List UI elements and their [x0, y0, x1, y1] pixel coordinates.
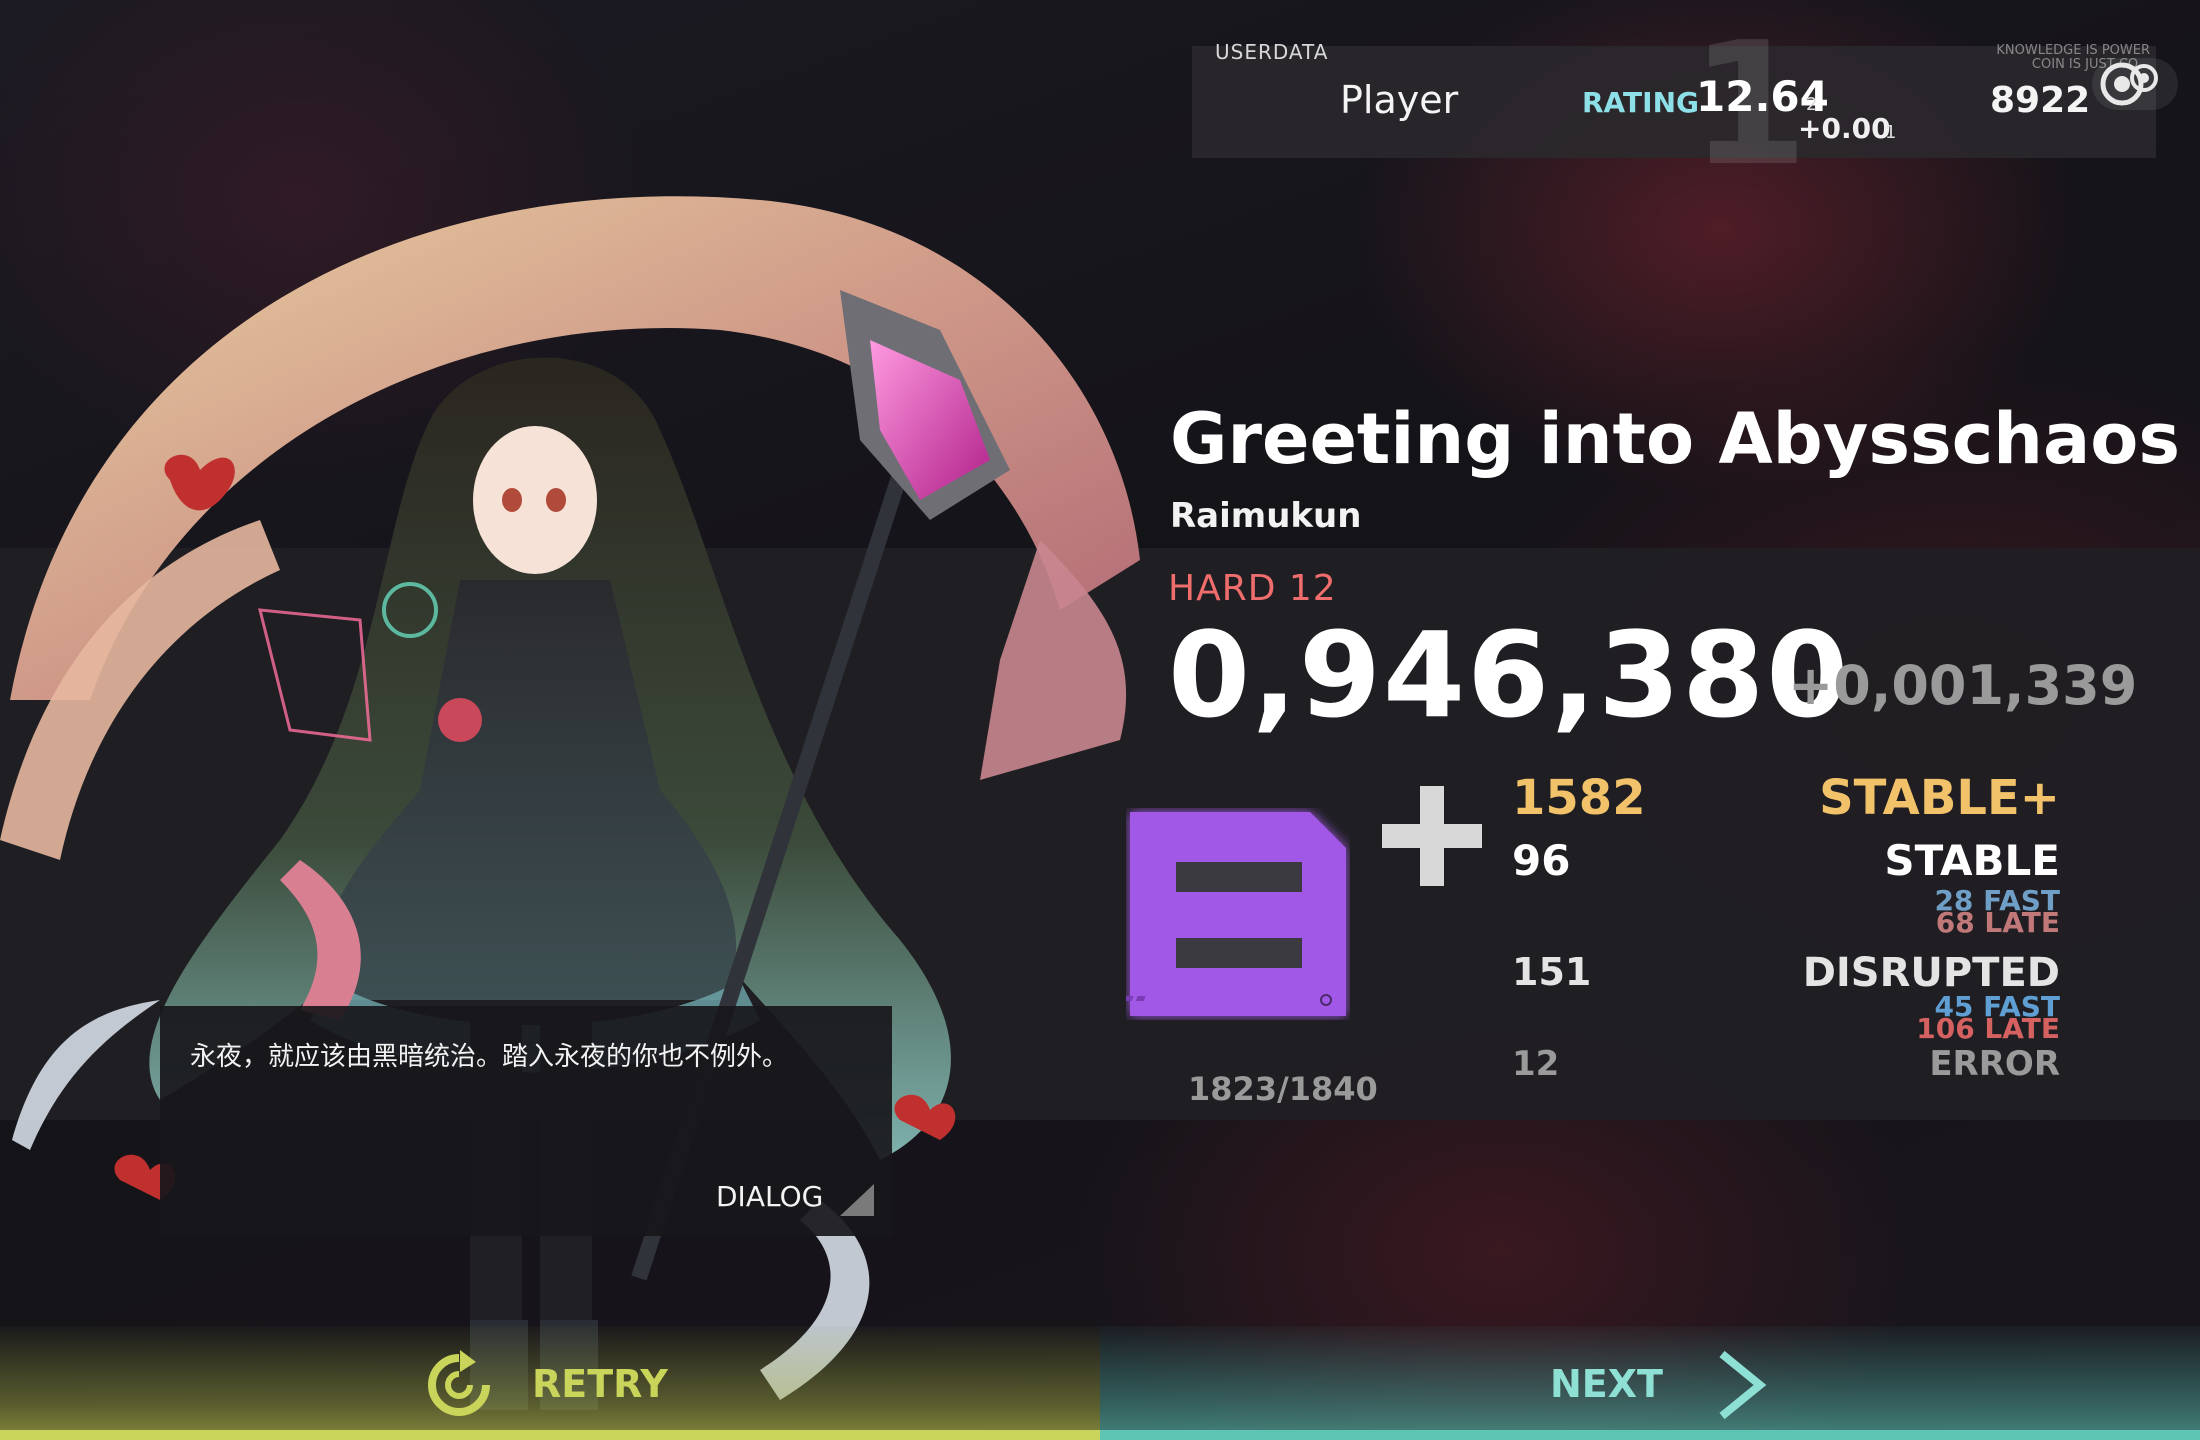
rating-delta-subdigit: 1: [1885, 122, 1897, 143]
score-value: 0,946,380: [1168, 606, 1851, 744]
result-screen: 1 USERDATA Player RATING 12.64 2 +0.00 1…: [0, 0, 2200, 1440]
userdata-label: USERDATA: [1215, 40, 1329, 64]
stable-plus-label: STABLE+: [1819, 770, 2060, 826]
retry-label: RETRY: [532, 1362, 668, 1406]
stable-plus-count: 1582: [1512, 770, 1646, 826]
coin-icon: [2100, 62, 2158, 106]
song-artist: Raimukun: [1170, 496, 1362, 536]
coin-button[interactable]: [2092, 58, 2178, 110]
dialog-corner-icon: [840, 1184, 874, 1216]
note-count: 1823/1840: [1188, 1070, 1378, 1108]
rating-delta: +0.00: [1798, 112, 1891, 145]
score-delta: +0,001,339: [1788, 654, 2138, 717]
coin-tip-line1: KNOWLEDGE IS POWER: [1996, 43, 2150, 58]
stable-label: STABLE: [1884, 836, 2060, 885]
song-title: Greeting into Abysschaos: [1170, 398, 2181, 480]
retry-icon: [428, 1350, 490, 1416]
stable-count: 96: [1512, 836, 1571, 885]
chevron-right-icon: [1719, 1350, 1767, 1420]
stable-late: 68 LATE: [1935, 906, 2060, 939]
difficulty-label: HARD 12: [1168, 568, 1337, 609]
disrupted-late: 106 LATE: [1916, 1012, 2060, 1045]
next-label: NEXT: [1550, 1362, 1663, 1406]
error-label: ERROR: [1929, 1044, 2060, 1084]
rating-label: RATING: [1582, 86, 1699, 119]
player-name[interactable]: Player: [1340, 78, 1458, 122]
dialog-button-label[interactable]: DIALOG: [716, 1180, 823, 1213]
coin-value: 8922: [1990, 80, 2091, 121]
grade-badge-b: [1126, 812, 1346, 1016]
grade-plus-icon: [1382, 786, 1482, 886]
error-count: 12: [1512, 1044, 1560, 1084]
disrupted-count: 151: [1512, 950, 1592, 994]
character-illustration: [0, 196, 1140, 1410]
dialog-text: 永夜，就应该由黑暗统治。踏入永夜的你也不例外。: [190, 1042, 789, 1072]
